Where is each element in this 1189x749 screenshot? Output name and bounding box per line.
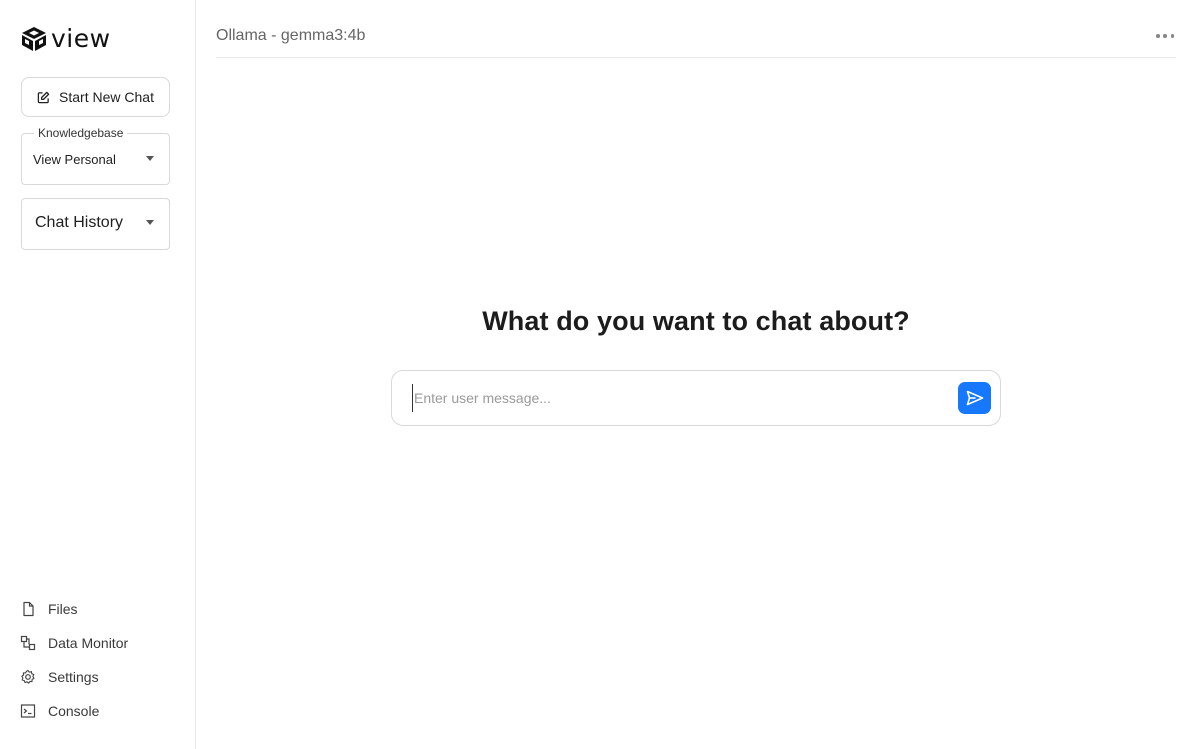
- edit-icon: [37, 91, 50, 103]
- page-title: What do you want to chat about?: [482, 306, 910, 336]
- dot: [1163, 34, 1167, 38]
- brand-name: view: [51, 24, 111, 53]
- main-panel: Ollama - gemma3:4b What do you want to c…: [196, 0, 1189, 749]
- gear-icon: [21, 669, 35, 684]
- chevron-down-icon: [146, 220, 154, 225]
- brand-logo[interactable]: view: [20, 26, 111, 52]
- data-monitor-icon: [20, 635, 36, 651]
- sidebar-item-data-monitor[interactable]: Data Monitor: [20, 626, 190, 660]
- start-new-chat-button[interactable]: Start New Chat: [21, 77, 170, 117]
- cube-logo-icon: [22, 27, 46, 51]
- sidebar-item-settings[interactable]: Settings: [20, 660, 190, 694]
- message-composer: [391, 370, 1001, 426]
- sidebar-item-label: Data Monitor: [48, 635, 129, 651]
- sidebar-nav: Files Data Monitor Settings Console: [20, 592, 190, 728]
- dot: [1156, 34, 1160, 38]
- terminal-icon: [20, 704, 36, 718]
- sidebar-item-console[interactable]: Console: [20, 694, 190, 728]
- model-title: Ollama - gemma3:4b: [216, 27, 366, 44]
- send-icon: [966, 390, 983, 406]
- dot: [1170, 34, 1174, 38]
- sidebar: view Start New Chat Knowledgebase View P…: [0, 0, 196, 749]
- message-input[interactable]: [412, 384, 952, 412]
- more-dots-icon[interactable]: [1156, 30, 1174, 42]
- knowledgebase-legend: Knowledgebase: [34, 126, 128, 141]
- chat-history-dropdown[interactable]: Chat History: [21, 198, 170, 250]
- sidebar-item-label: Settings: [48, 669, 99, 685]
- chat-history-label: Chat History: [35, 214, 124, 231]
- sidebar-item-label: Files: [48, 601, 78, 617]
- start-new-chat-label: Start New Chat: [59, 89, 154, 105]
- app-window: view Start New Chat Knowledgebase View P…: [0, 0, 1189, 749]
- knowledgebase-value: View Personal: [33, 152, 116, 167]
- header-bar: Ollama - gemma3:4b: [216, 0, 1176, 58]
- chevron-down-icon: [146, 156, 154, 161]
- sidebar-item-files[interactable]: Files: [20, 592, 190, 626]
- send-button[interactable]: [958, 382, 991, 414]
- knowledgebase-select[interactable]: Knowledgebase View Personal: [21, 126, 170, 185]
- sidebar-item-label: Console: [48, 703, 100, 719]
- file-icon: [23, 601, 34, 617]
